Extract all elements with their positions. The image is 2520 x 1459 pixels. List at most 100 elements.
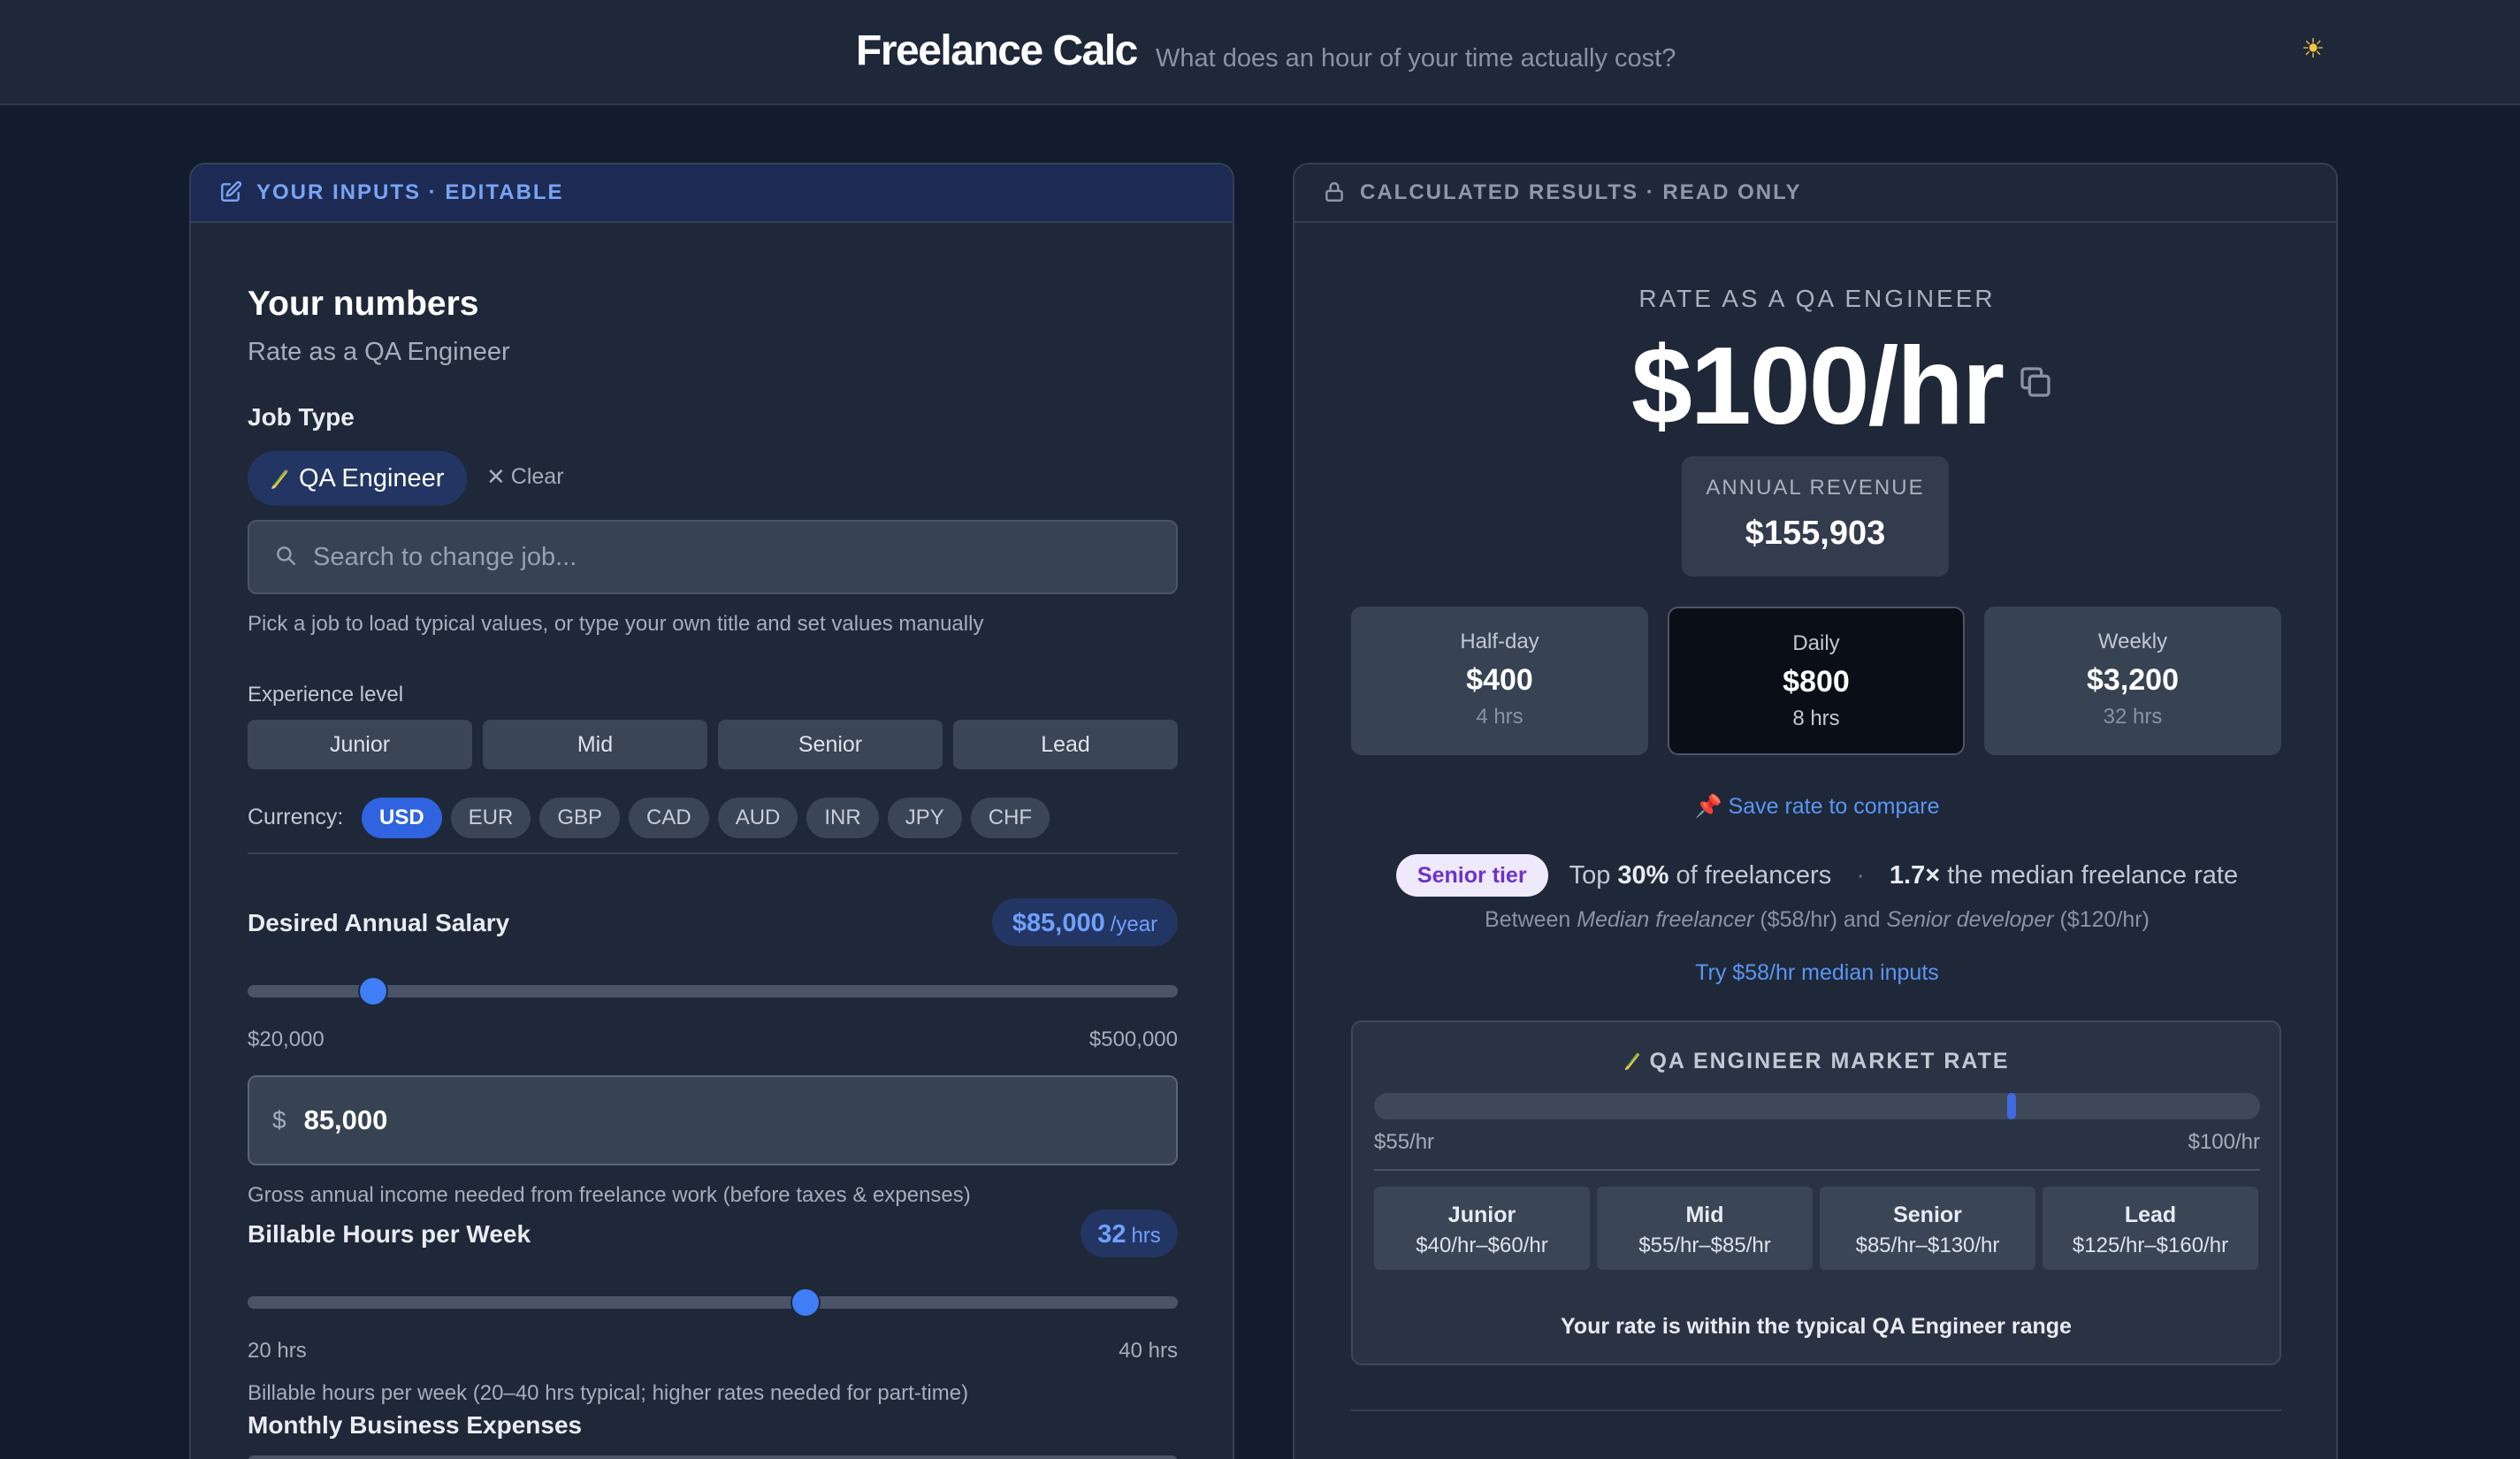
market-max-label: $100/hr	[2188, 1130, 2260, 1154]
close-icon: ✕	[486, 463, 506, 490]
salary-hint: Gross annual income needed from freelanc…	[248, 1183, 971, 1207]
currency-jpy[interactable]: JPY	[887, 798, 962, 838]
card-sub: 32 hrs	[2103, 705, 2163, 729]
tier-name: Junior	[1447, 1203, 1516, 1227]
tier-name: Lead	[2124, 1203, 2177, 1227]
weekly-card[interactable]: Weekly $3,200 32 hrs	[1984, 607, 2281, 755]
top-bar: Freelance Calc What does an hour of your…	[0, 0, 2520, 105]
tier-range: $125/hr–$160/hr	[2072, 1234, 2229, 1257]
divider	[1374, 1169, 2260, 1171]
market-rate-track	[1374, 1093, 2260, 1119]
try-median-link[interactable]: Try $58/hr median inputs	[1294, 960, 2336, 986]
lock-icon	[1323, 180, 1348, 205]
between-a-rate: ($58/hr) and	[1760, 907, 1881, 932]
expenses-slider-track[interactable]	[248, 1455, 1178, 1459]
annual-revenue-label: ANNUAL REVENUE	[1706, 476, 1925, 500]
daily-card[interactable]: Daily $800 8 hrs	[1668, 607, 1965, 755]
salary-value: $85,000	[1012, 909, 1105, 937]
hours-unit: hrs	[1131, 1224, 1161, 1248]
pencil-icon	[1623, 1050, 1642, 1077]
between-text: Between Median freelancer ($58/hr) and S…	[1294, 907, 2336, 933]
salary-unit: /year	[1110, 913, 1158, 936]
results-panel-header: CALCULATED RESULTS · READ ONLY	[1294, 164, 2336, 223]
job-search-field[interactable]	[248, 520, 1178, 594]
job-search-input[interactable]	[313, 542, 1162, 572]
card-label: Half-day	[1460, 630, 1539, 653]
between-b-rate: ($120/hr)	[2059, 907, 2150, 932]
inputs-panel: YOUR INPUTS · EDITABLE Your numbers Rate…	[189, 163, 1234, 1459]
hours-title: Billable Hours per Week	[248, 1220, 531, 1248]
salary-max-label: $500,000	[1088, 1027, 1178, 1051]
between-prefix: Between	[1485, 907, 1571, 932]
results-panel: CALCULATED RESULTS · READ ONLY RATE AS A…	[1293, 163, 2338, 1459]
hourly-rate: $100/hr	[1630, 325, 2005, 447]
salary-slider-track[interactable]	[248, 985, 1178, 997]
currency-chf[interactable]: CHF	[970, 798, 1050, 838]
results-panel-label: CALCULATED RESULTS · READ ONLY	[1360, 180, 1802, 204]
tier-cell-junior: Junior $40/hr–$60/hr	[1374, 1187, 1590, 1270]
tier-cell-lead: Lead $125/hr–$160/hr	[2043, 1187, 2258, 1270]
currency-usd[interactable]: USD	[362, 798, 442, 838]
salary-slider-thumb[interactable]	[360, 978, 387, 1004]
card-value: $400	[1466, 663, 1533, 697]
hours-min-label: 20 hrs	[248, 1339, 307, 1363]
tier-badge: Senior tier	[1395, 854, 1548, 897]
currency-label: Currency:	[248, 805, 344, 829]
hours-value-badge: 32 hrs	[1081, 1210, 1178, 1257]
currency-inr[interactable]: INR	[806, 798, 879, 838]
tier-cell-mid: Mid $55/hr–$85/hr	[1597, 1187, 1813, 1270]
separator-dot: ·	[1856, 860, 1865, 890]
card-label: Weekly	[2097, 630, 2168, 653]
clear-job-button[interactable]: ✕ Clear	[486, 463, 564, 491]
experience-label: Experience level	[248, 683, 404, 707]
salary-value-badge: $85,000 /year	[992, 898, 1178, 946]
salary-min-label: $20,000	[248, 1027, 325, 1051]
selected-job-label: QA Engineer	[299, 463, 445, 493]
currency-eur[interactable]: EUR	[450, 798, 531, 838]
experience-mid-button[interactable]: Mid	[483, 720, 707, 769]
card-label: Daily	[1792, 631, 1840, 655]
divider	[1351, 1409, 2281, 1411]
hours-slider-thumb[interactable]	[792, 1289, 820, 1316]
dollar-sign: $	[272, 1106, 286, 1134]
currency-gbp[interactable]: GBP	[539, 798, 621, 838]
job-type-label: Job Type	[248, 403, 355, 431]
app-title: Freelance Calc	[856, 27, 1138, 74]
card-value: $800	[1783, 665, 1850, 699]
tier-name: Senior	[1893, 1203, 1962, 1227]
annual-revenue-value: $155,903	[1745, 515, 1886, 552]
card-value: $3,200	[2087, 663, 2179, 697]
salary-title: Desired Annual Salary	[248, 909, 510, 936]
salary-input-field[interactable]: $	[248, 1075, 1178, 1165]
rate-title: RATE AS A QA ENGINEER	[1638, 285, 1996, 312]
job-hint-text: Pick a job to load typical values, or ty…	[248, 612, 984, 636]
market-note: Your rate is within the typical QA Engin…	[1561, 1314, 2072, 1339]
sun-icon[interactable]: ☀	[2297, 34, 2329, 65]
currency-cad[interactable]: CAD	[629, 798, 709, 838]
hours-hint: Billable hours per week (20–40 hrs typic…	[248, 1381, 969, 1405]
app-tagline: What does an hour of your time actually …	[1156, 44, 1676, 73]
copy-icon[interactable]	[2018, 364, 2053, 400]
between-a: Median freelancer	[1577, 907, 1754, 932]
experience-lead-button[interactable]: Lead	[953, 720, 1178, 769]
experience-junior-button[interactable]: Junior	[248, 720, 472, 769]
card-sub: 4 hrs	[1476, 705, 1523, 729]
market-title-text: QA ENGINEER MARKET RATE	[1649, 1049, 2010, 1073]
hours-max-label: 40 hrs	[1119, 1339, 1178, 1363]
salary-input[interactable]	[303, 1104, 1100, 1136]
pencil-icon	[269, 467, 290, 490]
market-rate-title: QA ENGINEER MARKET RATE	[1353, 1049, 2279, 1077]
hours-value: 32	[1097, 1220, 1126, 1249]
experience-senior-button[interactable]: Senior	[718, 720, 943, 769]
tier-range: $55/hr–$85/hr	[1638, 1234, 1771, 1257]
selected-job-chip[interactable]: QA Engineer	[248, 451, 467, 506]
hours-slider-track[interactable]	[248, 1296, 1178, 1309]
annual-revenue-box: ANNUAL REVENUE $155,903	[1682, 456, 1949, 577]
median-suffix: the median freelance rate	[1947, 860, 2239, 890]
inputs-panel-header: YOUR INPUTS · EDITABLE	[191, 164, 1233, 223]
currency-aud[interactable]: AUD	[717, 798, 798, 838]
top-prefix: Top	[1569, 860, 1611, 890]
save-rate-link[interactable]: 📌 Save rate to compare	[1294, 794, 2336, 820]
half-day-card[interactable]: Half-day $400 4 hrs	[1351, 607, 1648, 755]
edit-icon	[219, 180, 244, 205]
